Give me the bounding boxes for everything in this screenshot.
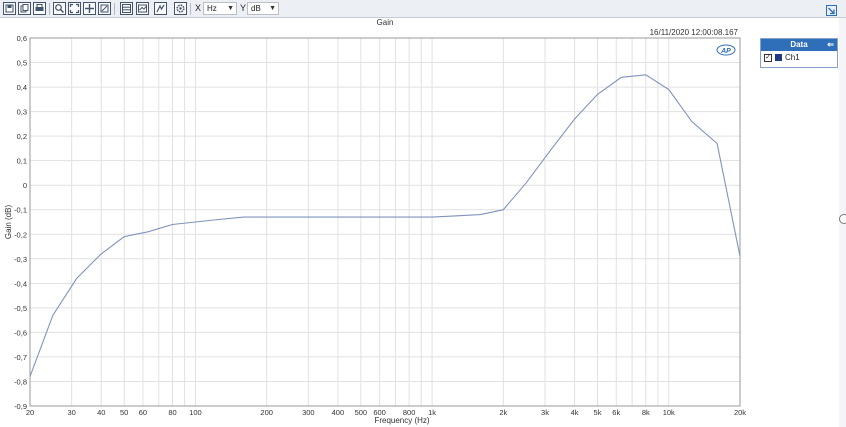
y-tick-label: 0,5 — [17, 59, 27, 68]
x-tick-label: 20k — [734, 408, 746, 417]
y-tick-label: -0,6 — [14, 328, 27, 337]
y-axis-title: Gain (dB) — [4, 205, 13, 240]
x-tick-label: 100 — [189, 408, 202, 417]
x-tick-label: 500 — [355, 408, 368, 417]
plot-area — [29, 37, 741, 407]
series-color-swatch — [775, 54, 782, 61]
y-tick-label: -0,8 — [14, 377, 27, 386]
x-tick-label: 5k — [594, 408, 602, 417]
ap-logo: AP — [716, 44, 736, 56]
y-tick-label: -0,1 — [14, 206, 27, 215]
pin-icon[interactable]: ⇐ — [827, 39, 834, 51]
y-tick-label: 0,4 — [17, 83, 27, 92]
x-tick-label: 10k — [663, 408, 675, 417]
y-tick-label: -0,2 — [14, 230, 27, 239]
x-tick-label: 60 — [139, 408, 147, 417]
x-tick-label: 8k — [642, 408, 650, 417]
chart-series — [29, 74, 741, 377]
splitter-handle[interactable] — [839, 214, 846, 224]
checkbox-icon[interactable]: ✓ — [764, 54, 772, 62]
y-tick-label: 0,3 — [17, 108, 27, 117]
x-tick-label: 200 — [260, 408, 273, 417]
y-tick-label: 0,2 — [17, 132, 27, 141]
y-tick-label: 0 — [23, 181, 27, 190]
x-tick-label: 30 — [68, 408, 76, 417]
legend-panel: Data ⇐ ✓ Ch1 — [760, 38, 838, 68]
y-tick-label: 0,1 — [17, 157, 27, 166]
chart-grid — [29, 37, 741, 407]
series-line-ch1 — [29, 74, 741, 377]
y-tick-label: -0,3 — [14, 255, 27, 264]
x-tick-label: 50 — [120, 408, 128, 417]
x-tick-label: 300 — [302, 408, 315, 417]
legend-title: Data — [790, 40, 808, 49]
x-tick-label: 6k — [612, 408, 620, 417]
gain-chart: 0,6 0,5 0,4 0,3 0,2 0,1 0 -0,1 -0,2 -0,3 -0,4 -0,5 -… — [4, 34, 746, 425]
legend-item-label: Ch1 — [785, 53, 800, 62]
y-tick-label: -0,7 — [14, 353, 27, 362]
y-tick-labels: 0,6 0,5 0,4 0,3 0,2 0,1 0 -0,1 -0,2 -0,3 -0,4 -0,5 -… — [14, 34, 27, 411]
logo-text: AP — [720, 48, 731, 55]
y-tick-label: -0,5 — [14, 304, 27, 313]
x-tick-label: 20 — [26, 408, 34, 417]
x-tick-label: 2k — [499, 408, 507, 417]
legend-item[interactable]: ✓ Ch1 — [761, 51, 837, 65]
x-tick-label: 40 — [97, 408, 105, 417]
y-tick-label: 0,6 — [17, 34, 27, 43]
chart-title: Gain — [376, 18, 394, 27]
timestamp: 16/11/2020 12:00:08.167 — [649, 28, 738, 37]
x-tick-label: 400 — [332, 408, 345, 417]
legend-header: Data ⇐ — [761, 39, 837, 51]
x-tick-label: 80 — [168, 408, 176, 417]
x-tick-label: 3k — [541, 408, 549, 417]
y-tick-label: -0,4 — [14, 279, 27, 288]
x-tick-label: 4k — [571, 408, 579, 417]
x-axis-title: Frequency (Hz) — [374, 416, 429, 425]
